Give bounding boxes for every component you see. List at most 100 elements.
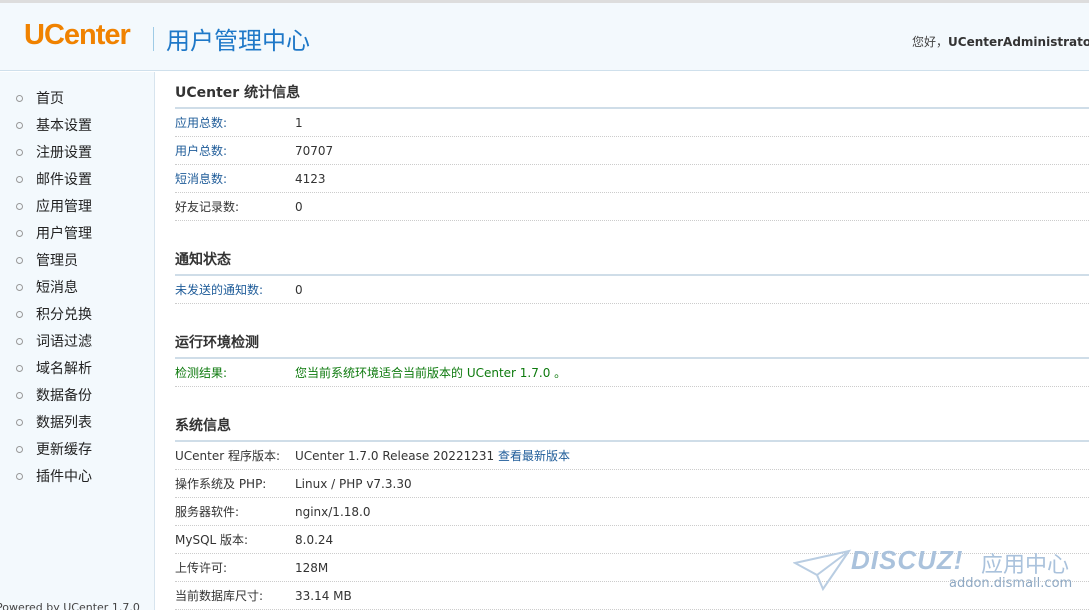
stat-value: 70707 — [295, 144, 334, 158]
stat-key[interactable]: 用户总数: — [175, 137, 227, 165]
sidebar: 首页 基本设置 注册设置 邮件设置 应用管理 用户管理 管理员 短消息 积分兑换… — [0, 72, 155, 610]
sysinfo-key: 当前数据库尺寸: — [175, 589, 264, 603]
stat-value: 4123 — [295, 172, 326, 186]
sidebar-item-register-settings[interactable]: 注册设置 — [0, 140, 154, 167]
env-key: 检测结果: — [175, 366, 228, 380]
bullet-icon — [16, 256, 23, 264]
bullet-icon — [16, 418, 23, 426]
notice-value: 0 — [295, 283, 303, 297]
bullet-icon — [16, 391, 23, 399]
sidebar-item-word-filter[interactable]: 词语过滤 — [0, 329, 154, 356]
sidebar-item-label: 词语过滤 — [36, 334, 92, 350]
watermark-cn: 应用中心 — [981, 553, 1070, 578]
sidebar-nav: 首页 基本设置 注册设置 邮件设置 应用管理 用户管理 管理员 短消息 积分兑换… — [0, 72, 154, 491]
bullet-icon — [16, 94, 23, 102]
sysinfo-key: MySQL 版本: — [175, 533, 249, 547]
sidebar-item-credit-exchange[interactable]: 积分兑换 — [0, 302, 154, 329]
sysinfo-value: 128M — [295, 561, 329, 575]
stat-row: 短消息数: 4123 — [175, 165, 1089, 193]
bullet-icon — [16, 283, 23, 291]
stat-key: 好友记录数: — [175, 200, 240, 214]
sidebar-item-label: 注册设置 — [36, 145, 92, 161]
sidebar-item-app-management[interactable]: 应用管理 — [0, 194, 154, 221]
bullet-icon — [16, 229, 23, 237]
sysinfo-key: 服务器软件: — [175, 505, 240, 519]
sidebar-item-label: 应用管理 — [36, 199, 92, 215]
greeting-prefix: 您好， — [912, 35, 949, 49]
bullet-icon — [16, 202, 23, 210]
sidebar-item-plugin-center[interactable]: 插件中心 — [0, 464, 154, 491]
sidebar-item-label: 用户管理 — [36, 226, 92, 242]
top-header: UCenter 用户管理中心 您好，UCenterAdministrator — [0, 0, 1089, 71]
check-latest-version-link[interactable]: 查看最新版本 — [498, 449, 570, 463]
stat-key[interactable]: 应用总数: — [175, 109, 227, 137]
sidebar-item-user-management[interactable]: 用户管理 — [0, 221, 154, 248]
sysinfo-row: 服务器软件: nginx/1.18.0 — [175, 498, 1089, 526]
stats-section-title: UCenter 统计信息 — [175, 72, 1089, 109]
sidebar-item-label: 邮件设置 — [36, 172, 92, 188]
sidebar-item-label: 管理员 — [36, 253, 78, 269]
user-greeting: 您好，UCenterAdministrator — [912, 33, 1089, 50]
sysinfo-key: 上传许可: — [175, 561, 228, 575]
sysinfo-row: 操作系统及 PHP: Linux / PHP v7.3.30 — [175, 470, 1089, 498]
stat-key[interactable]: 短消息数: — [175, 165, 227, 193]
sysinfo-key: UCenter 程序版本: — [175, 449, 281, 463]
sysinfo-value: UCenter 1.7.0 Release 20221231 查看最新版本 — [295, 442, 570, 470]
sidebar-item-label: 插件中心 — [36, 469, 92, 485]
sidebar-item-update-cache[interactable]: 更新缓存 — [0, 437, 154, 464]
sysinfo-value: nginx/1.18.0 — [295, 505, 371, 519]
version-text: UCenter 1.7.0 Release 20221231 — [295, 449, 495, 463]
bullet-icon — [16, 472, 23, 480]
sidebar-item-domain-resolution[interactable]: 域名解析 — [0, 356, 154, 383]
sysinfo-key: 操作系统及 PHP: — [175, 477, 267, 491]
sidebar-item-label: 数据列表 — [36, 415, 92, 431]
stat-row: 应用总数: 1 — [175, 109, 1089, 137]
env-section-title: 运行环境检测 — [175, 322, 1089, 359]
bullet-icon — [16, 445, 23, 453]
notice-section-title: 通知状态 — [175, 239, 1089, 276]
bullet-icon — [16, 310, 23, 318]
bullet-icon — [16, 121, 23, 129]
paper-plane-icon — [793, 549, 852, 592]
sidebar-item-messages[interactable]: 短消息 — [0, 275, 154, 302]
sysinfo-value: 33.14 MB — [295, 589, 352, 603]
sysinfo-row: UCenter 程序版本: UCenter 1.7.0 Release 20221… — [175, 442, 1089, 470]
username[interactable]: UCenterAdministrator — [948, 35, 1089, 49]
stat-row: 用户总数: 70707 — [175, 137, 1089, 165]
watermark-url: addon.dismall.com — [949, 576, 1073, 591]
sysinfo-value: 8.0.24 — [295, 533, 334, 547]
sidebar-item-data-list[interactable]: 数据列表 — [0, 410, 154, 437]
sidebar-item-label: 基本设置 — [36, 118, 92, 134]
stat-row: 好友记录数: 0 — [175, 193, 1089, 221]
ucenter-logo[interactable]: UCenter — [24, 19, 131, 52]
stat-value: 0 — [295, 200, 303, 214]
main-content: UCenter 统计信息 应用总数: 1 用户总数: 70707 短消息数: 4123… — [175, 72, 1089, 610]
bullet-icon — [16, 364, 23, 372]
stat-value: 1 — [295, 116, 303, 130]
bullet-icon — [16, 175, 23, 183]
env-row: 检测结果: 您当前系统环境适合当前版本的 UCenter 1.7.0 。 — [175, 359, 1089, 387]
powered-by: Powered by UCenter 1.7.0 — [0, 601, 140, 610]
bullet-icon — [16, 337, 23, 345]
bullet-icon — [16, 148, 23, 156]
env-result: 您当前系统环境适合当前版本的 UCenter 1.7.0 。 — [295, 366, 567, 380]
notice-key[interactable]: 未发送的通知数: — [175, 276, 263, 304]
sidebar-item-basic-settings[interactable]: 基本设置 — [0, 113, 154, 140]
sidebar-item-administrators[interactable]: 管理员 — [0, 248, 154, 275]
sidebar-item-home[interactable]: 首页 — [0, 86, 154, 113]
watermark-brand: DISCUZ! — [851, 545, 964, 575]
sidebar-item-label: 短消息 — [36, 280, 78, 296]
sidebar-item-label: 数据备份 — [36, 388, 92, 404]
sysinfo-value: Linux / PHP v7.3.30 — [295, 477, 412, 491]
app-title: 用户管理中心 — [166, 27, 310, 55]
notice-row: 未发送的通知数: 0 — [175, 276, 1089, 304]
sidebar-item-label: 首页 — [36, 91, 64, 107]
sidebar-item-data-backup[interactable]: 数据备份 — [0, 383, 154, 410]
discuz-watermark: DISCUZ! 应用中心 addon.dismall.com — [793, 545, 1089, 595]
sidebar-item-mail-settings[interactable]: 邮件设置 — [0, 167, 154, 194]
sidebar-item-label: 域名解析 — [36, 361, 92, 377]
sidebar-item-label: 更新缓存 — [36, 442, 92, 458]
logo-divider — [153, 27, 154, 51]
sidebar-item-label: 积分兑换 — [36, 307, 92, 323]
sysinfo-section-title: 系统信息 — [175, 405, 1089, 442]
